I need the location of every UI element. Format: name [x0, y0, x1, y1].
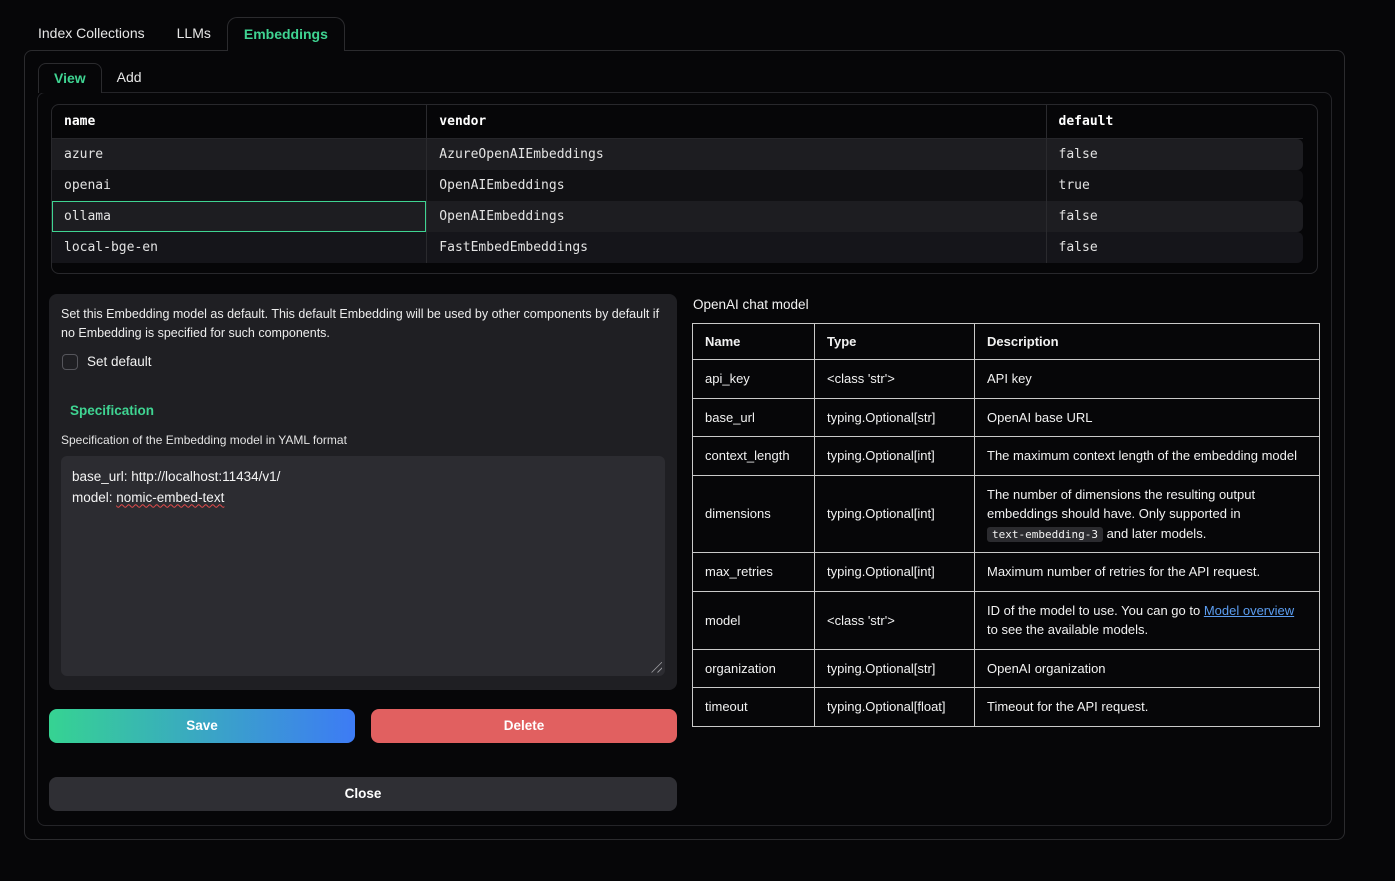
param-row-max_retries: max_retriestyping.Optional[int]Maximum n…	[693, 553, 1320, 592]
specification-heading: Specification	[70, 403, 665, 418]
close-button[interactable]: Close	[49, 777, 677, 811]
set-default-label: Set default	[87, 354, 152, 369]
param-name: api_key	[693, 360, 815, 399]
param-row-dimensions: dimensionstyping.Optional[int]The number…	[693, 475, 1320, 553]
param-type: typing.Optional[str]	[815, 649, 975, 688]
param-row-context_length: context_lengthtyping.Optional[int]The ma…	[693, 437, 1320, 476]
model-info-table-header: NameTypeDescription	[693, 324, 1320, 360]
param-row-timeout: timeouttyping.Optional[float]Timeout for…	[693, 688, 1320, 727]
misspelled-word: nomic-embed-text	[116, 490, 224, 505]
yaml-line-model: model: nomic-embed-text	[72, 487, 654, 508]
embeddings-tab-panel: ViewAdd namevendordefault azureAzureOpen…	[24, 50, 1345, 840]
param-description: ID of the model to use. You can go to Mo…	[975, 591, 1320, 649]
param-type: typing.Optional[int]	[815, 437, 975, 476]
param-row-api_key: api_key<class 'str'>API key	[693, 360, 1320, 399]
cell-default: false	[1047, 201, 1303, 232]
model-overview-link[interactable]: Model overview	[1204, 603, 1294, 618]
param-type: <class 'str'>	[815, 360, 975, 399]
param-name: dimensions	[693, 475, 815, 553]
cell-default: true	[1047, 170, 1303, 201]
sub-tabs: ViewAdd	[25, 51, 1344, 92]
save-button[interactable]: Save	[49, 709, 355, 743]
cell-default: false	[1047, 232, 1303, 263]
app-root: Index CollectionsLLMsEmbeddings ViewAdd …	[0, 0, 1395, 840]
set-default-row: Set default	[61, 354, 665, 370]
set-default-checkbox[interactable]	[62, 354, 78, 370]
tab-index-collections[interactable]: Index Collections	[22, 17, 161, 50]
param-type: typing.Optional[int]	[815, 553, 975, 592]
cell-name: local-bge-en	[52, 232, 427, 263]
embeddings-table-header: namevendordefault	[52, 105, 1303, 139]
default-setting-panel: Set this Embedding model as default. Thi…	[49, 294, 677, 690]
edit-column: Set this Embedding model as default. Thi…	[49, 294, 677, 811]
tab-add[interactable]: Add	[102, 63, 157, 92]
info-column-header-description: Description	[975, 324, 1320, 360]
model-info-title: OpenAI chat model	[693, 297, 1320, 312]
cell-vendor: AzureOpenAIEmbeddings	[427, 139, 1046, 170]
specification-subtitle: Specification of the Embedding model in …	[61, 433, 665, 447]
param-description: The maximum context length of the embedd…	[975, 437, 1320, 476]
embeddings-table: namevendordefault azureAzureOpenAIEmbedd…	[52, 105, 1303, 263]
cell-name: openai	[52, 170, 427, 201]
model-info-table: NameTypeDescription api_key<class 'str'>…	[692, 323, 1320, 727]
cell-vendor: FastEmbedEmbeddings	[427, 232, 1046, 263]
cell-vendor: OpenAIEmbeddings	[427, 201, 1046, 232]
param-name: base_url	[693, 398, 815, 437]
cell-name: azure	[52, 139, 427, 170]
param-name: organization	[693, 649, 815, 688]
main-tabs: Index CollectionsLLMsEmbeddings	[0, 0, 1395, 50]
view-tab-panel: namevendordefault azureAzureOpenAIEmbedd…	[37, 92, 1332, 826]
param-description: The number of dimensions the resulting o…	[975, 475, 1320, 553]
tab-embeddings[interactable]: Embeddings	[227, 17, 345, 51]
emb-column-header-default: default	[1047, 105, 1303, 139]
textarea-resize-handle[interactable]	[651, 662, 662, 673]
param-type: <class 'str'>	[815, 591, 975, 649]
param-description: OpenAI organization	[975, 649, 1320, 688]
delete-button[interactable]: Delete	[371, 709, 677, 743]
param-description: OpenAI base URL	[975, 398, 1320, 437]
set-default-description: Set this Embedding model as default. Thi…	[61, 305, 665, 343]
param-name: model	[693, 591, 815, 649]
detail-section: Set this Embedding model as default. Thi…	[49, 294, 1320, 811]
param-description: Maximum number of retries for the API re…	[975, 553, 1320, 592]
embedding-row-openai[interactable]: openaiOpenAIEmbeddingstrue	[52, 170, 1303, 201]
embedding-row-ollama[interactable]: ollamaOpenAIEmbeddingsfalse	[52, 201, 1303, 232]
info-column-header-type: Type	[815, 324, 975, 360]
code-chip: text-embedding-3	[987, 527, 1103, 542]
info-column-header-name: Name	[693, 324, 815, 360]
cell-name: ollama	[52, 201, 427, 232]
emb-column-header-vendor: vendor	[427, 105, 1046, 139]
param-row-base_url: base_urltyping.Optional[str]OpenAI base …	[693, 398, 1320, 437]
yaml-line-base-url: base_url: http://localhost:11434/v1/	[72, 466, 654, 487]
embedding-row-local-bge-en[interactable]: local-bge-enFastEmbedEmbeddingsfalse	[52, 232, 1303, 263]
action-buttons: Save Delete	[49, 709, 677, 743]
param-name: timeout	[693, 688, 815, 727]
param-type: typing.Optional[str]	[815, 398, 975, 437]
model-info-column: OpenAI chat model NameTypeDescription ap…	[692, 294, 1320, 811]
embeddings-table-card: namevendordefault azureAzureOpenAIEmbedd…	[51, 104, 1318, 274]
tab-view[interactable]: View	[38, 63, 102, 93]
param-type: typing.Optional[int]	[815, 475, 975, 553]
yaml-spec-editor[interactable]: base_url: http://localhost:11434/v1/ mod…	[61, 456, 665, 676]
param-name: context_length	[693, 437, 815, 476]
param-row-model: model<class 'str'>ID of the model to use…	[693, 591, 1320, 649]
cell-vendor: OpenAIEmbeddings	[427, 170, 1046, 201]
embedding-row-azure[interactable]: azureAzureOpenAIEmbeddingsfalse	[52, 139, 1303, 170]
cell-default: false	[1047, 139, 1303, 170]
param-name: max_retries	[693, 553, 815, 592]
param-description: Timeout for the API request.	[975, 688, 1320, 727]
tab-llms[interactable]: LLMs	[161, 17, 227, 50]
param-description: API key	[975, 360, 1320, 399]
emb-column-header-name: name	[52, 105, 427, 139]
param-row-organization: organizationtyping.Optional[str]OpenAI o…	[693, 649, 1320, 688]
param-type: typing.Optional[float]	[815, 688, 975, 727]
